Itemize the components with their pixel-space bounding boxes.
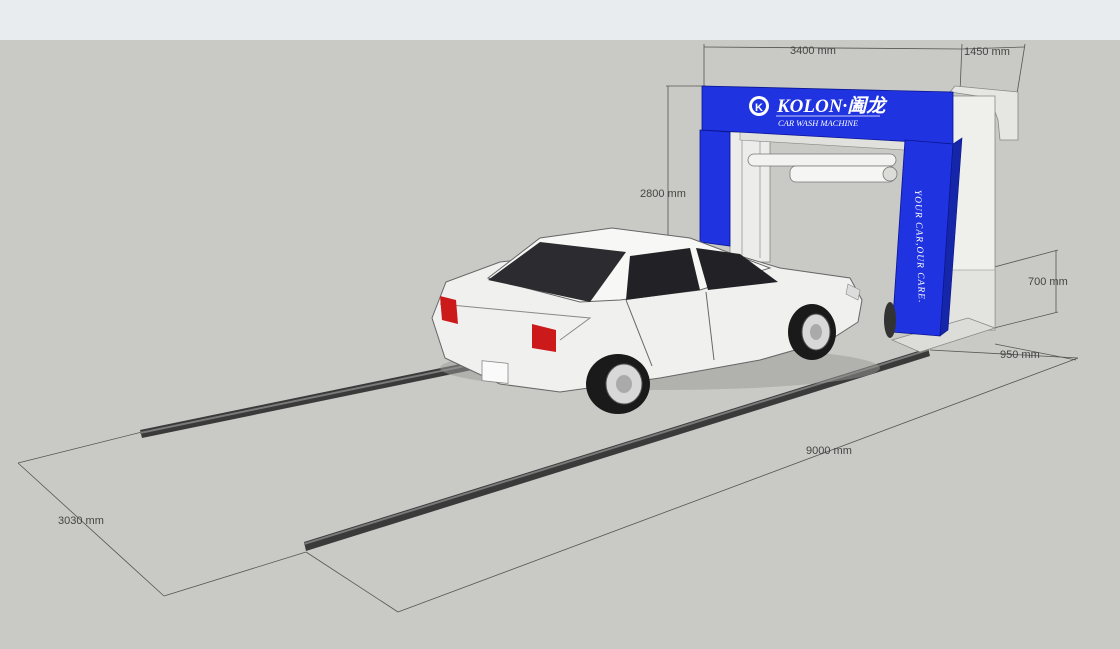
dim-base-depth: 950 mm (1000, 349, 1040, 361)
dim-brush-height: 700 mm (1028, 276, 1068, 288)
logo-letter: K (755, 102, 763, 114)
dim-track-width: 3030 mm (58, 515, 104, 527)
left-rail (140, 362, 472, 438)
car-wash-diagram: K KOLON·阖龙 CAR WASH MACHINE YOUR CAR,OUR… (17, 43, 1079, 613)
dim-width-top: 3400 mm (790, 45, 836, 57)
kolon-logo: K (749, 96, 769, 116)
brand-subtitle: CAR WASH MACHINE (778, 118, 859, 128)
brand-name: KOLON·阖龙 (776, 95, 888, 117)
dim-track-length: 9000 mm (806, 445, 852, 457)
dim-height: 2800 mm (640, 188, 686, 200)
dim-depth-top: 1450 mm (964, 46, 1010, 58)
